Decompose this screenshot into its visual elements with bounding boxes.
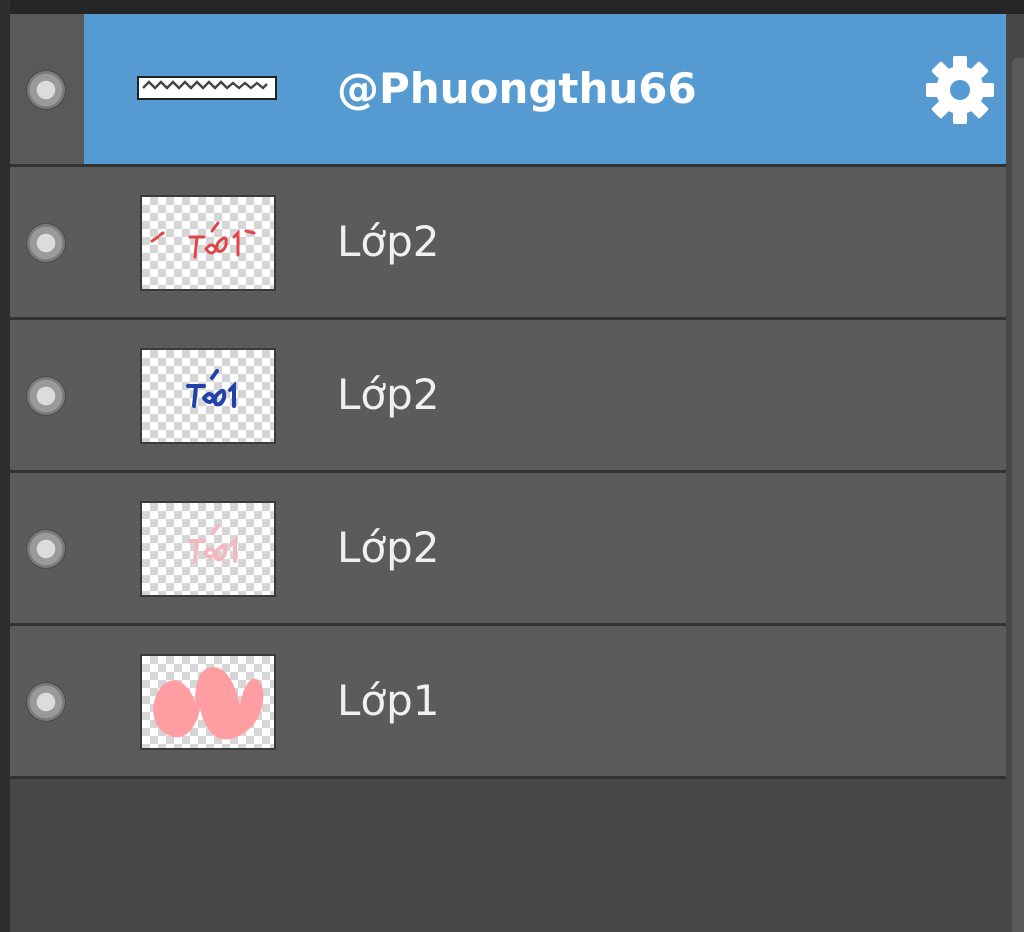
visibility-dot-icon[interactable] [27,224,65,262]
panel-left-edge [0,0,10,932]
layer-name: @Phuongthu66 [337,64,697,113]
visibility-dot-icon[interactable] [27,377,65,415]
red-handwriting-thumbnail [140,195,276,291]
visibility-dot-icon[interactable] [27,71,65,109]
layer-row[interactable]: Lớp2 [10,320,1006,473]
visibility-dot-icon[interactable] [27,683,65,721]
scrollbar[interactable] [1012,58,1024,932]
pink-brush-thumbnail [140,654,276,750]
layer-row-selected[interactable]: @Phuongthu66 [10,14,1006,167]
layer-list: @Phuongthu66 Lớp2 Lớp2 Lớp2 Lớp1 [10,14,1006,779]
faint-pink-handwriting-thumbnail [140,501,276,597]
layer-name: Lớp2 [337,370,440,419]
gear-icon[interactable] [924,54,996,126]
panel-top-edge [0,0,1024,14]
layer-name: Lớp2 [337,217,440,266]
blue-handwriting-thumbnail [140,348,276,444]
layer-name: Lớp1 [337,676,440,725]
layer-row[interactable]: Lớp2 [10,167,1006,320]
visibility-dot-icon[interactable] [27,530,65,568]
layer-row[interactable]: Lớp1 [10,626,1006,779]
layer-name: Lớp2 [337,523,440,572]
layers-panel: @Phuongthu66 Lớp2 Lớp2 Lớp2 Lớp1 [0,0,1024,932]
text-layer-thumbnail [137,76,277,100]
layer-row[interactable]: Lớp2 [10,473,1006,626]
